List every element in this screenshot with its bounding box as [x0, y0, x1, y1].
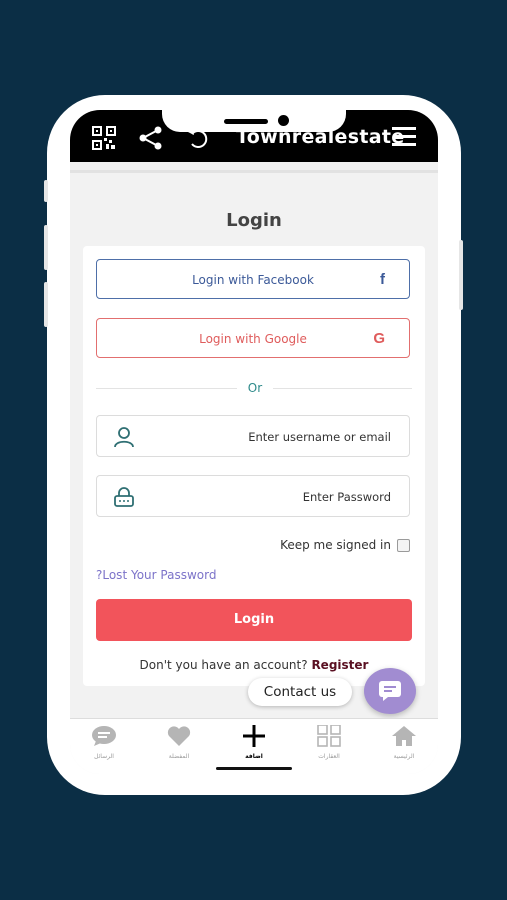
or-divider-text: Or [237, 379, 273, 397]
nav-label-add: اضافة [245, 753, 263, 760]
phone-power-button [459, 240, 463, 310]
app-screen: Townrealestate Login Login with Facebook… [70, 110, 438, 774]
login-card: Login with Facebook f Login with Google … [83, 246, 425, 686]
page-title: Login [226, 210, 282, 231]
nav-item-messages[interactable]: الرسائل [74, 725, 134, 760]
google-login-button[interactable]: Login with Google G [96, 318, 410, 358]
message-icon [378, 680, 402, 706]
phone-volume-up-button [44, 225, 48, 270]
phone-volume-down-button [44, 282, 48, 327]
lock-icon [113, 486, 135, 512]
notch-speaker [224, 119, 268, 124]
nav-label-properties: العقارات [318, 753, 340, 760]
google-icon: G [373, 330, 385, 347]
nav-item-home[interactable]: الرئيسية [374, 725, 434, 760]
no-account-text: Don't you have an account? [139, 658, 308, 672]
nav-item-add[interactable]: اضافة [224, 725, 284, 760]
login-button[interactable]: Login [96, 599, 412, 641]
bottom-navigation: الرسائل المفضلة اضافة العقارات الرئيسية [70, 718, 438, 774]
home-indicator [216, 767, 292, 770]
home-icon [391, 726, 417, 751]
phone-side-button [44, 180, 48, 202]
nav-label-messages: الرسائل [94, 753, 114, 760]
password-placeholder: Enter Password [302, 490, 391, 504]
keep-signed-in-label: Keep me signed in [280, 538, 391, 552]
nav-label-favorites: المفضلة [168, 753, 190, 760]
contact-us-bubble[interactable]: Contact us [248, 678, 352, 706]
register-prompt: Don't you have an account? Register [83, 658, 425, 672]
top-bar: Townrealestate [70, 110, 438, 162]
nav-item-favorites[interactable]: المفضلة [149, 725, 209, 760]
plus-icon [242, 725, 266, 751]
register-link[interactable]: Register [311, 658, 368, 672]
chat-fab-button[interactable] [364, 668, 416, 714]
menu-icon[interactable] [392, 126, 418, 152]
grid-icon [317, 724, 341, 751]
google-login-label: Login with Google [199, 332, 307, 346]
password-field[interactable]: Enter Password [96, 475, 410, 517]
nav-item-properties[interactable]: العقارات [299, 724, 359, 760]
facebook-icon: f [380, 271, 385, 288]
share-icon[interactable] [138, 125, 164, 155]
nav-label-home: الرئيسية [393, 753, 415, 760]
username-placeholder: Enter username or email [248, 430, 391, 444]
divider [70, 170, 438, 173]
app-brand-title: Townrealestate [236, 126, 405, 148]
username-field[interactable]: Enter username or email [96, 415, 410, 457]
qr-code-icon[interactable] [92, 126, 116, 154]
keep-signed-in-row: Keep me signed in [280, 538, 410, 552]
keep-signed-in-checkbox[interactable] [397, 538, 410, 552]
chat-icon [91, 726, 117, 751]
heart-icon [167, 726, 191, 751]
notch-camera [278, 115, 289, 126]
facebook-login-label: Login with Facebook [192, 273, 314, 287]
facebook-login-button[interactable]: Login with Facebook f [96, 259, 410, 299]
user-icon [113, 426, 135, 452]
lost-password-link[interactable]: ?Lost Your Password [96, 568, 216, 582]
page-content: Login Login with Facebook f Login with G… [70, 162, 438, 718]
